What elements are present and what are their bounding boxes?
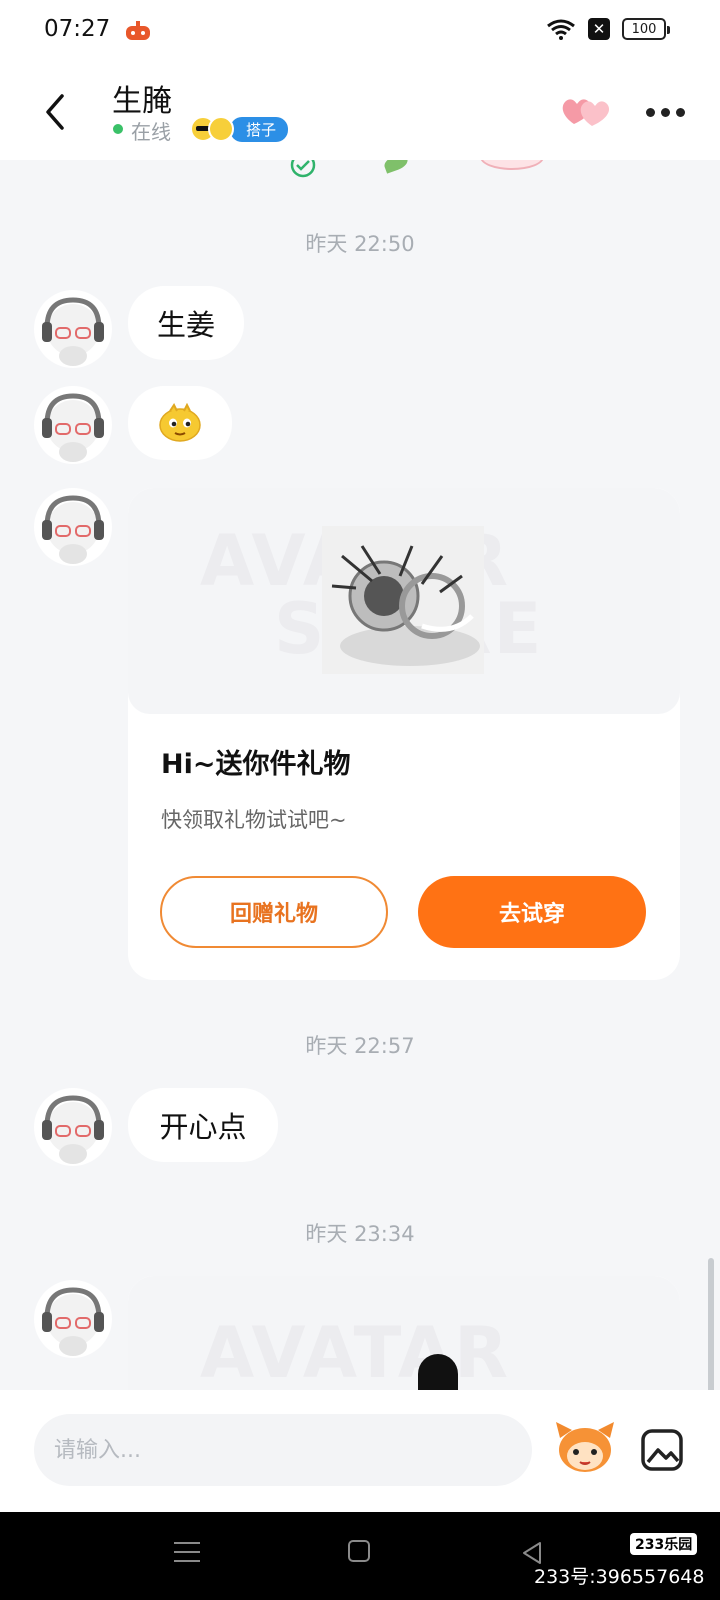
avatar[interactable] xyxy=(34,1088,112,1166)
avatar-image xyxy=(42,495,104,564)
contact-name[interactable]: 生腌 xyxy=(112,76,172,120)
app-notification-icon xyxy=(126,21,150,40)
online-status-text: 在线 xyxy=(131,120,171,144)
watermark-avatar: AVATAR xyxy=(200,1312,510,1390)
gift-subtitle: 快领取礼物试试吧~ xyxy=(161,808,347,832)
message-input[interactable] xyxy=(34,1414,532,1486)
gift-image-area[interactable]: AVATAR STORE xyxy=(128,488,680,714)
gift-card[interactable]: AVATAR STORE Hi~送你件礼物 快领取礼物试试吧~ 回赠礼物 去试穿 xyxy=(128,488,680,980)
message-input-bar xyxy=(0,1390,720,1512)
avatar[interactable] xyxy=(34,386,112,464)
timestamp: 昨天 22:50 xyxy=(305,232,415,256)
gift-item-image xyxy=(322,526,484,674)
message-text: 生姜 xyxy=(156,308,215,342)
nav-menu-icon[interactable] xyxy=(174,1542,200,1569)
tag-label: 搭子 xyxy=(230,116,289,142)
gift-card[interactable]: AVATAR xyxy=(128,1276,680,1390)
message-text: 开心点 xyxy=(159,1110,247,1144)
message-bubble[interactable]: 开心点 xyxy=(128,1088,278,1162)
emoji-sticker-icon xyxy=(159,403,201,442)
gift-title: Hi~送你件礼物 xyxy=(161,749,351,780)
gift-item-image xyxy=(418,1354,458,1390)
avatar-image xyxy=(42,1287,104,1356)
hearts-icon[interactable] xyxy=(560,94,610,130)
watermark-logo: 233乐园 xyxy=(630,1533,698,1555)
watermark-id: 233号:396557648 xyxy=(534,1566,705,1588)
status-bar: 07:27 ✕ 100 xyxy=(0,0,720,64)
pink-decoration xyxy=(480,160,544,170)
relationship-tag[interactable]: 搭子 xyxy=(190,116,289,142)
status-time: 07:27 xyxy=(44,16,111,42)
timestamp: 昨天 22:57 xyxy=(305,1034,415,1058)
chat-header: 生腌 在线 搭子 xyxy=(0,64,720,160)
gallery-icon[interactable] xyxy=(640,1428,684,1472)
tag-emoji-icons xyxy=(190,116,234,142)
sim-off-icon: ✕ xyxy=(588,18,610,40)
chat-scrollbar[interactable] xyxy=(708,1258,714,1390)
smile-emoji-icon xyxy=(208,116,234,142)
system-nav-bar: 233乐园 233号:396557648 xyxy=(0,1512,720,1600)
avatar-image xyxy=(42,1095,104,1164)
back-icon[interactable] xyxy=(38,90,72,134)
try-on-button[interactable]: 去试穿 xyxy=(418,876,646,948)
wifi-icon xyxy=(547,19,575,40)
leaf-decoration xyxy=(382,160,410,174)
sticker-bubble[interactable] xyxy=(128,386,232,460)
avatar-image xyxy=(42,393,104,462)
check-circle-icon xyxy=(290,160,316,178)
nav-home-icon[interactable] xyxy=(348,1540,370,1562)
avatar[interactable] xyxy=(34,290,112,368)
mascot-icon[interactable] xyxy=(554,1420,616,1476)
timestamp: 昨天 23:34 xyxy=(305,1222,415,1246)
more-icon[interactable] xyxy=(646,108,685,117)
battery-icon: 100 xyxy=(622,18,670,40)
status-indicators: ✕ 100 xyxy=(546,18,670,40)
return-gift-button[interactable]: 回赠礼物 xyxy=(160,876,388,948)
message-bubble[interactable]: 生姜 xyxy=(128,286,244,360)
online-status-dot xyxy=(113,124,123,134)
avatar[interactable] xyxy=(34,1280,112,1358)
avatar[interactable] xyxy=(34,488,112,566)
avatar-image xyxy=(42,297,104,366)
chat-messages[interactable]: 昨天 22:50 生姜 Hi~送你件礼物 快领取礼物试试吧~ 回赠礼物 去试穿 … xyxy=(0,160,720,1390)
gift-image-area[interactable]: AVATAR xyxy=(128,1276,680,1390)
